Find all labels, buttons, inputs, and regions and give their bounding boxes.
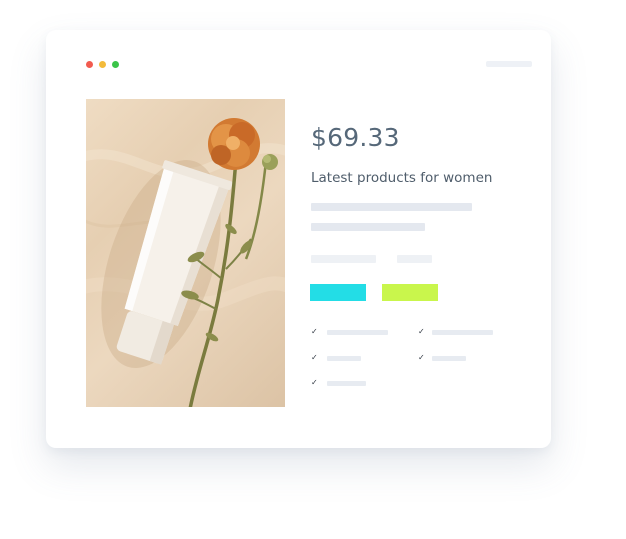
window-maximize-dot[interactable] bbox=[112, 61, 119, 68]
window-close-dot[interactable] bbox=[86, 61, 93, 68]
product-image bbox=[86, 99, 285, 407]
check-icon: ✓ bbox=[418, 353, 425, 362]
product-price: $69.33 bbox=[311, 123, 400, 152]
browser-window: $69.33 Latest products for women ✓ ✓ ✓ ✓… bbox=[46, 30, 551, 448]
check-icon: ✓ bbox=[418, 327, 425, 336]
check-icon: ✓ bbox=[311, 353, 318, 362]
cream-tube-with-flower-icon bbox=[86, 118, 285, 407]
description-line bbox=[311, 203, 472, 211]
check-icon: ✓ bbox=[311, 378, 318, 387]
primary-button[interactable] bbox=[310, 284, 366, 301]
feature-placeholder bbox=[327, 330, 388, 335]
topbar-placeholder bbox=[486, 61, 532, 67]
meta-placeholder bbox=[397, 255, 432, 263]
feature-placeholder bbox=[327, 381, 366, 386]
feature-placeholder bbox=[432, 356, 466, 361]
product-subtitle: Latest products for women bbox=[311, 170, 493, 186]
feature-placeholder bbox=[432, 330, 493, 335]
check-icon: ✓ bbox=[311, 327, 318, 336]
secondary-button[interactable] bbox=[382, 284, 438, 301]
feature-placeholder bbox=[327, 356, 361, 361]
window-minimize-dot[interactable] bbox=[99, 61, 106, 68]
meta-placeholder bbox=[311, 255, 376, 263]
description-line bbox=[311, 223, 425, 231]
